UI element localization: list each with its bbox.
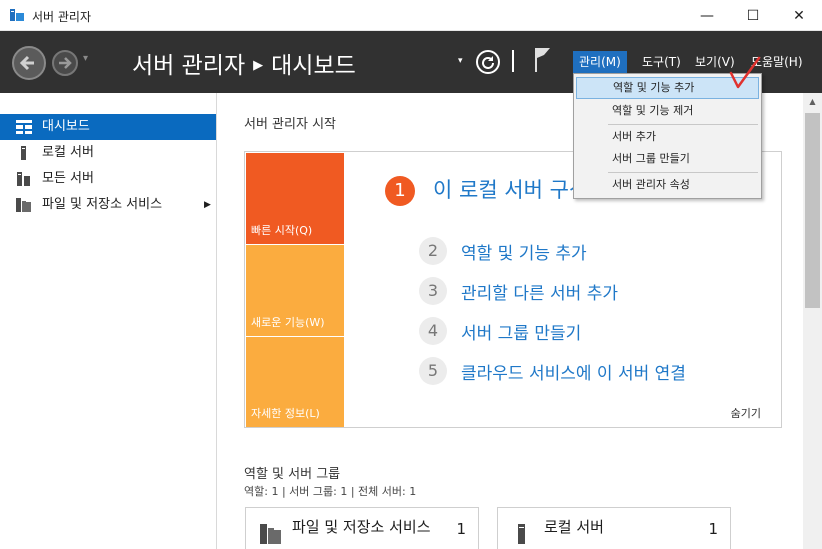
header-divider (512, 50, 514, 72)
sidebar-item-label: 대시보드 (42, 119, 90, 134)
group-card-count: 1 (456, 520, 466, 538)
tile-whats-new[interactable]: 새로운 기능(W) (246, 245, 344, 336)
step-link-configure-local-server[interactable]: 이 로컬 서버 구성 (433, 174, 588, 204)
sidebar: 대시보드 로컬 서버 모든 서버 파일 및 저장소 서비스 ▶ (0, 93, 217, 549)
tile-label: 빠른 시작(Q) (251, 224, 313, 237)
roles-groups-counts: 역할: 1 | 서버 그룹: 1 | 전체 서버: 1 (244, 485, 417, 498)
breadcrumb-dropdown-icon[interactable]: ▾ (458, 56, 463, 66)
maximize-button[interactable]: ☐ (730, 0, 776, 31)
refresh-icon (482, 56, 494, 69)
menu-item-server-manager-properties[interactable]: 서버 관리자 속성 (576, 174, 759, 196)
servers-icon (17, 172, 30, 186)
back-button[interactable] (12, 46, 46, 80)
minimize-icon: — (700, 7, 714, 24)
refresh-button[interactable] (476, 50, 500, 74)
menu-separator (608, 124, 758, 125)
server-icon (518, 524, 525, 544)
tile-label: 자세한 정보(L) (251, 407, 320, 420)
sidebar-item-label: 파일 및 저장소 서비스 (42, 197, 163, 212)
sidebar-item-label: 모든 서버 (42, 171, 94, 186)
sidebar-item-all-servers[interactable]: 모든 서버 (0, 166, 216, 192)
step-number: 4 (419, 317, 447, 345)
title-bar: 서버 관리자 — ☐ ✕ (0, 0, 822, 31)
sidebar-item-label: 로컬 서버 (42, 145, 94, 160)
menu-item-remove-roles-features[interactable]: 역할 및 기능 제거 (576, 100, 759, 122)
red-check-annotation-icon (729, 56, 761, 89)
manage-dropdown-menu: 역할 및 기능 추가 역할 및 기능 제거 서버 추가 서버 그룹 만들기 서버… (573, 73, 762, 199)
minimize-button[interactable]: — (684, 0, 730, 31)
close-icon: ✕ (793, 7, 805, 24)
dashboard-icon (16, 120, 32, 134)
menu-separator (608, 172, 758, 173)
server-icon (21, 146, 26, 160)
scroll-thumb[interactable] (805, 113, 820, 308)
back-arrow-icon (19, 55, 34, 71)
step-link-add-roles-features[interactable]: 역할 및 기능 추가 (461, 239, 587, 264)
group-card-file-storage[interactable]: 파일 및 저장소 서비스 1 (245, 507, 479, 549)
notifications-flag-icon[interactable] (532, 46, 552, 74)
step-link-create-server-group[interactable]: 서버 그룹 만들기 (461, 319, 581, 344)
welcome-section-title: 서버 관리자 시작 (244, 117, 336, 132)
menu-tools[interactable]: 도구(T) (636, 51, 687, 73)
step-link-connect-cloud[interactable]: 클라우드 서비스에 이 서버 연결 (461, 359, 686, 384)
menu-manage[interactable]: 관리(M) (573, 51, 627, 73)
group-card-name: 파일 및 저장소 서비스 (292, 518, 431, 536)
scroll-up-icon[interactable]: ▲ (803, 93, 822, 110)
tile-label: 새로운 기능(W) (251, 316, 325, 329)
breadcrumb-app: 서버 관리자 (132, 53, 246, 79)
roles-groups-title: 역할 및 서버 그룹 (244, 467, 341, 482)
group-card-local-server[interactable]: 로컬 서버 1 (497, 507, 731, 549)
history-dropdown-icon[interactable]: ▾ (83, 53, 88, 64)
breadcrumb-separator-icon: ▶ (253, 58, 264, 73)
close-button[interactable]: ✕ (776, 0, 822, 31)
menu-item-create-server-group[interactable]: 서버 그룹 만들기 (576, 148, 759, 170)
forward-button[interactable] (52, 50, 78, 76)
step-number: 3 (419, 277, 447, 305)
file-storage-icon (260, 524, 281, 544)
forward-arrow-icon (59, 57, 72, 69)
step-number: 5 (419, 357, 447, 385)
maximize-icon: ☐ (746, 7, 760, 24)
step-number: 2 (419, 237, 447, 265)
expand-arrow-icon[interactable]: ▶ (204, 192, 211, 218)
sidebar-item-local-server[interactable]: 로컬 서버 (0, 140, 216, 166)
sidebar-item-file-storage[interactable]: 파일 및 저장소 서비스 ▶ (0, 192, 216, 218)
breadcrumb-page: 대시보드 (271, 53, 356, 79)
tile-learn-more[interactable]: 자세한 정보(L) (246, 337, 344, 427)
file-storage-icon (16, 198, 31, 212)
server-manager-app-icon (10, 9, 24, 21)
breadcrumb: 서버 관리자 ▶ 대시보드 (132, 46, 356, 80)
hide-link[interactable]: 숨기기 (731, 405, 761, 421)
vertical-scrollbar[interactable]: ▲ (803, 93, 822, 549)
group-card-name: 로컬 서버 (544, 518, 604, 536)
menu-item-add-servers[interactable]: 서버 추가 (576, 126, 759, 148)
sidebar-item-dashboard[interactable]: 대시보드 (0, 114, 216, 140)
step-number: 1 (385, 176, 415, 206)
tile-quick-start[interactable]: 빠른 시작(Q) (246, 153, 344, 244)
step-link-add-servers[interactable]: 관리할 다른 서버 추가 (461, 279, 618, 304)
group-card-count: 1 (708, 520, 718, 538)
window-title: 서버 관리자 (32, 10, 92, 24)
